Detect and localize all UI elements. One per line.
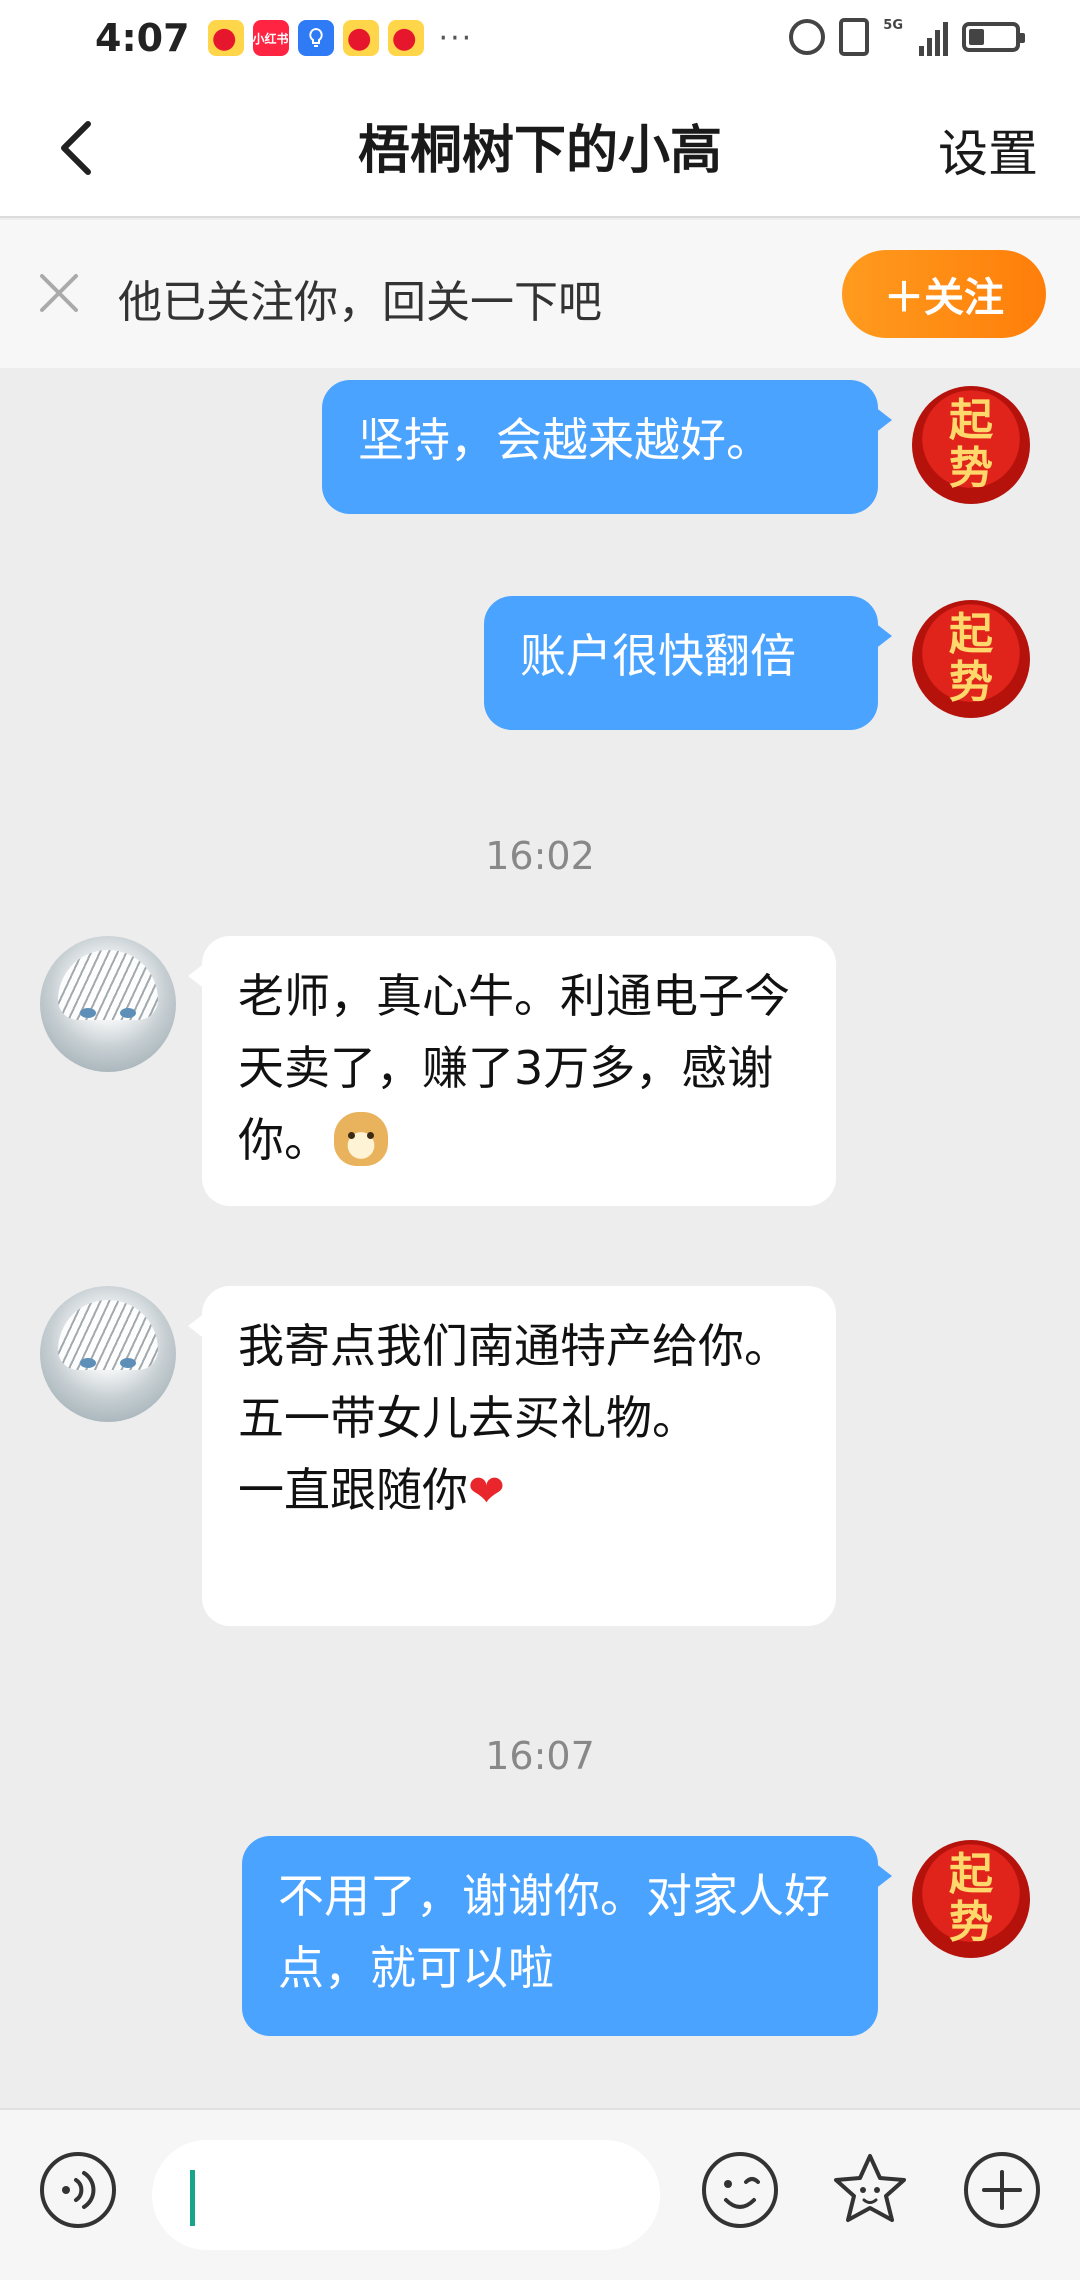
weibo-icon: [387, 20, 424, 56]
follow-button[interactable]: ＋关注: [842, 250, 1046, 338]
contact-avatar[interactable]: [40, 1286, 176, 1422]
follow-prompt-text: 他已关注你，回关一下吧: [118, 277, 602, 328]
close-icon[interactable]: [36, 270, 82, 316]
weibo-icon: [207, 20, 244, 56]
message-text: 坚持，会越来越好。: [358, 413, 772, 467]
contact-avatar[interactable]: [40, 936, 176, 1072]
network-label: 5G: [883, 18, 903, 33]
status-bar: 4:07 小红书 ··· 5G: [0, 0, 1080, 76]
message-text: 老师，真心牛。利通电子今天卖了，赚了3万多，感谢你。: [238, 969, 790, 1167]
self-avatar[interactable]: 起 势: [912, 386, 1030, 504]
sticker-icon[interactable]: [828, 2148, 912, 2232]
alarm-icon: [789, 19, 826, 55]
status-time: 4:07: [95, 16, 190, 60]
outgoing-message-bubble[interactable]: 坚持，会越来越好。: [322, 380, 892, 514]
timestamp: 16:07: [485, 1734, 595, 1778]
settings-button[interactable]: 设置: [938, 114, 1038, 186]
message-line: 五一带女儿去买礼物。: [238, 1391, 698, 1445]
battery-icon: [962, 22, 1025, 52]
page-title: 梧桐树下的小高: [357, 121, 722, 181]
xiaohongshu-icon: 小红书: [252, 20, 289, 56]
timestamp: 16:02: [485, 834, 595, 878]
message-line: 一直跟随你❤: [238, 1463, 505, 1517]
signal-icon: [919, 18, 948, 56]
more-notifications-icon: ···: [438, 20, 474, 56]
emoji-icon[interactable]: [698, 2148, 782, 2232]
follow-banner: 他已关注你，回关一下吧 ＋关注: [0, 220, 1080, 368]
message-input[interactable]: [152, 2140, 660, 2250]
bulb-icon: [297, 20, 334, 56]
voice-input-icon[interactable]: [36, 2148, 120, 2232]
status-right-cluster: 5G: [789, 18, 1025, 56]
self-avatar[interactable]: 起 势: [912, 1840, 1030, 1958]
vibrate-icon: [839, 18, 870, 56]
self-avatar[interactable]: 起 势: [912, 600, 1030, 718]
plus-icon[interactable]: [960, 2148, 1044, 2232]
message-text: 不用了，谢谢你。对家人好点，就可以啦: [278, 1869, 830, 1995]
doge-emoji-icon: [334, 1112, 388, 1166]
message-text: 账户很快翻倍: [520, 629, 796, 683]
incoming-message-bubble[interactable]: 我寄点我们南通特产给你。 五一带女儿去买礼物。 一直跟随你❤: [188, 1286, 836, 1626]
message-line: 我寄点我们南通特产给你。: [238, 1319, 790, 1373]
outgoing-message-bubble[interactable]: 账户很快翻倍: [484, 596, 892, 730]
outgoing-message-bubble[interactable]: 不用了，谢谢你。对家人好点，就可以啦: [242, 1836, 892, 2036]
heart-emoji-icon: ❤: [468, 1466, 505, 1517]
incoming-message-bubble[interactable]: 老师，真心牛。利通电子今天卖了，赚了3万多，感谢你。: [188, 936, 836, 1206]
input-bar: [0, 2108, 1080, 2280]
weibo-icon: [342, 20, 379, 56]
nav-bar: 梧桐树下的小高 设置: [0, 76, 1080, 218]
text-cursor: [190, 2170, 195, 2226]
chat-area[interactable]: 坚持，会越来越好。 起 势 账户很快翻倍 起 势 16:02 老师，真心牛。利通…: [0, 368, 1080, 2108]
